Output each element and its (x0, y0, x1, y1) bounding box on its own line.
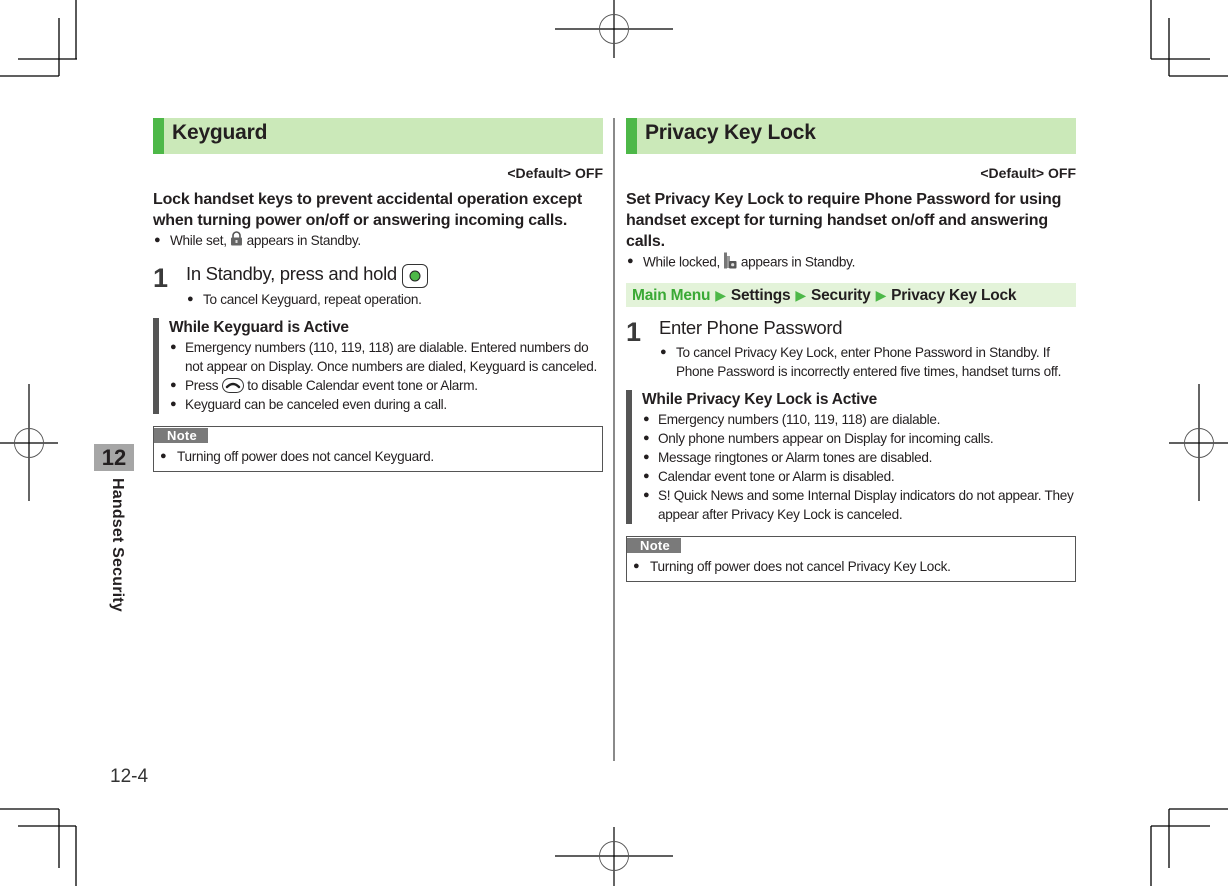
bullet-icon: ● (633, 560, 640, 572)
step-text: In Standby, press and hold (186, 261, 603, 288)
bullet-icon: ● (643, 489, 650, 501)
while-active-box: While Privacy Key Lock is Active ● Emerg… (626, 390, 1076, 524)
bullet-icon: ● (187, 292, 194, 305)
intro-bullet: ● While set, appears in Standby. (153, 231, 603, 251)
section-title: Privacy Key Lock (645, 121, 816, 144)
step-text: Enter Phone Password (659, 317, 843, 338)
bullet-icon: ● (643, 432, 650, 444)
bullet-icon: ● (660, 346, 667, 358)
section-description: Set Privacy Key Lock to require Phone Pa… (626, 191, 1062, 250)
bullet-icon: ● (170, 397, 177, 410)
list-item: ● Turning off power does not cancel Priv… (633, 559, 951, 574)
bullet-icon: ● (643, 451, 650, 463)
note-box: Note ● Turning off power does not cancel… (626, 536, 1076, 582)
keyguard-section: Keyguard <Default> OFF Lock handset keys… (153, 118, 603, 472)
step-sub-bullet: ● To cancel Privacy Key Lock, enter Phon… (660, 345, 1062, 379)
breadcrumb-privacy-key-lock: Privacy Key Lock (891, 287, 1017, 304)
step-1: 1 Enter Phone Password ● To cancel Priva… (626, 315, 1076, 381)
bullet-icon: ● (154, 234, 161, 246)
active-box-side-bar (153, 317, 159, 414)
active-box-heading: While Privacy Key Lock is Active (642, 391, 878, 408)
breadcrumb-arrow-icon: ▶ (875, 287, 887, 303)
registration-mark-right (1169, 384, 1228, 501)
step-number: 1 (626, 317, 642, 347)
section-header: Keyguard (153, 118, 603, 154)
keyguard-lock-icon (230, 231, 243, 251)
note-label: Note (627, 538, 682, 553)
column-divider (613, 118, 615, 761)
breadcrumb-arrow-icon: ▶ (795, 287, 806, 303)
chapter-number-tab: 12 (94, 444, 134, 471)
active-box-side-bar (626, 390, 632, 524)
green-center-key-icon (401, 263, 428, 288)
default-setting: <Default> OFF (980, 165, 1076, 181)
menu-path-breadcrumb: Main Menu ▶ Settings ▶ Security ▶ Privacy Key … (626, 283, 1076, 307)
bullet-icon: ● (170, 378, 177, 391)
bullet-icon: ● (170, 340, 177, 353)
step-1: 1 In Standby, press and hold ● To cancel… (153, 261, 603, 308)
section-accent-bar (626, 118, 637, 154)
list-item: ● Emergency numbers (110, 119, 118) are … (643, 412, 941, 427)
while-active-box: While Keyguard is Active ● Emergency num… (153, 317, 603, 414)
list-item: ● Turning off power does not cancel Keyg… (160, 448, 434, 464)
step-number: 1 (153, 263, 169, 294)
section-header: Privacy Key Lock (626, 118, 1076, 154)
step-sub-bullet: ● To cancel Keyguard, repeat operation. (187, 291, 422, 307)
bullet-icon: ● (627, 255, 634, 267)
registration-mark-bottom (555, 827, 673, 886)
section-description: Lock handset keys to prevent accidental … (153, 191, 582, 229)
chapter-name: Handset Security (109, 478, 126, 612)
active-box-heading: While Keyguard is Active (169, 318, 349, 336)
list-item: ● Only phone numbers appear on Display f… (643, 431, 994, 446)
breadcrumb-main-menu: Main Menu (632, 287, 711, 304)
list-item: ● Calendar event tone or Alarm is disabl… (643, 469, 895, 484)
bullet-icon: ● (643, 470, 650, 482)
bullet-icon: ● (160, 449, 167, 462)
bullet-text: While locked, (643, 254, 724, 270)
breadcrumb-arrow-icon: ▶ (715, 287, 726, 303)
bullet-text: While set, (170, 233, 231, 248)
note-label: Note (154, 427, 209, 443)
default-setting: <Default> OFF (507, 165, 603, 181)
note-box: Note ● Turning off power does not cancel… (153, 425, 603, 472)
bullet-text: appears in Standby. (246, 233, 362, 248)
bullet-icon: ● (643, 413, 650, 425)
breadcrumb-settings: Settings (730, 287, 791, 304)
list-item: ● Press to disable Calendar event tone o… (170, 377, 478, 394)
section-accent-bar (153, 118, 164, 154)
section-title: Keyguard (172, 121, 268, 144)
list-item: ● Emergency numbers (110, 119, 118) are … (170, 339, 598, 374)
list-item: ● S! Quick News and some Internal Displa… (643, 488, 1074, 522)
list-item: ● Keyguard can be canceled even during a… (170, 396, 447, 412)
list-item: ● Message ringtones or Alarm tones are d… (643, 450, 933, 465)
end-call-key-icon (221, 378, 244, 394)
privacy-key-lock-section: Privacy Key Lock <Default> OFF Set Priva… (626, 118, 1076, 582)
registration-mark-top (555, 0, 673, 58)
intro-bullet: ● While locked, appears in Standby. (626, 252, 1076, 274)
privacy-lock-icon (723, 252, 737, 274)
breadcrumb-security: Security (810, 287, 871, 304)
page-number: 12-4 (110, 766, 149, 787)
registration-mark-left (0, 384, 58, 501)
bullet-text: appears in Standby. (740, 254, 856, 270)
